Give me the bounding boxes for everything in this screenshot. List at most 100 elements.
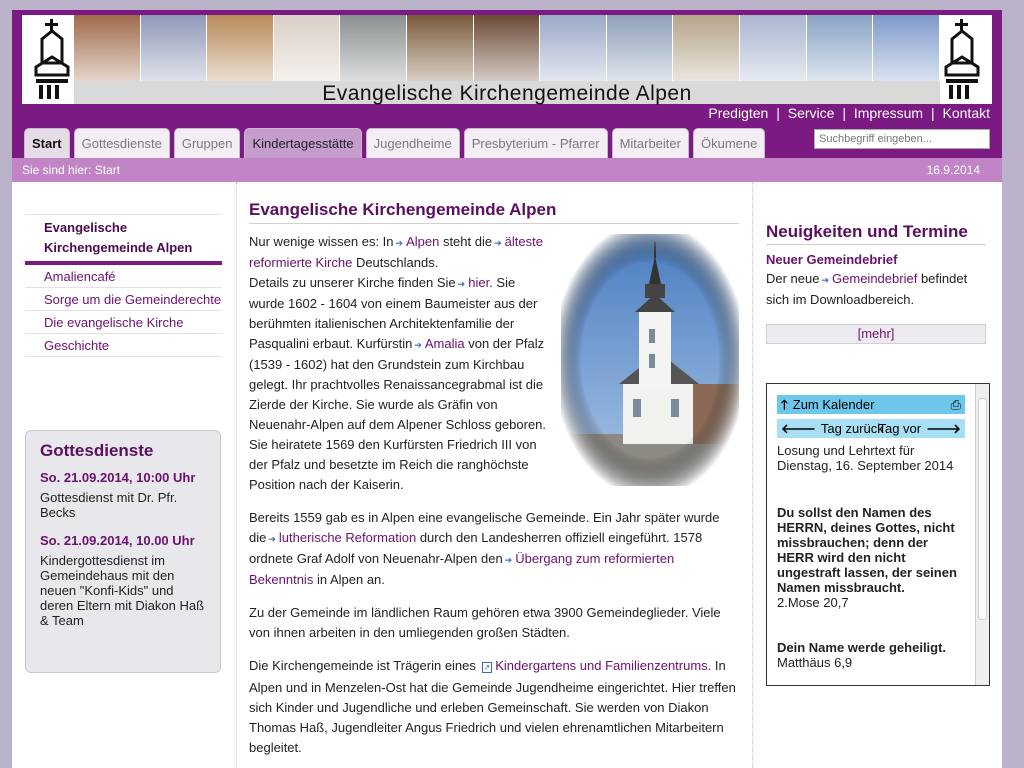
church-photo [561, 234, 739, 486]
hier-link[interactable]: hier [468, 275, 489, 290]
losung-reference: 2.Mose 20,7 [777, 595, 849, 610]
photo-4 [273, 15, 341, 81]
top-navigation: Predigten | Service | Impressum | Kontak… [708, 105, 990, 121]
column-divider [752, 182, 753, 768]
photo-1 [74, 15, 141, 81]
news-title: Neuigkeiten und Termine [766, 222, 986, 245]
breadcrumb: Sie sind hier: Start [22, 163, 121, 177]
text: in Alpen an. [316, 572, 385, 587]
day-forward-button[interactable]: Tag vor 🡒 [878, 419, 961, 438]
more-news-button[interactable]: [mehr] [766, 324, 986, 344]
kindergarten-link[interactable]: Kindergartens und Familienzentrums [495, 658, 707, 673]
tab-presbyterium[interactable]: Presbyterium - Pfarrer [463, 128, 608, 158]
gemeindebrief-link[interactable]: Gemeindebrief [832, 271, 917, 286]
column-divider [236, 182, 237, 768]
tab-mitarbeiter[interactable]: Mitarbeiter [611, 128, 689, 158]
news-column: Neuigkeiten und Termine Neuer Gemeindebr… [766, 222, 986, 344]
link-arrow-icon: ➔ [457, 279, 466, 289]
sidebar-item-geschichte[interactable]: Geschichte [25, 334, 222, 357]
text: von der Pfalz (1539 - 1602) hat den Grun… [249, 336, 547, 492]
external-link-icon: ↗ [481, 662, 493, 673]
banner-title-bar: Evangelische Kirchengemeinde Alpen [74, 81, 940, 105]
photo-10 [673, 15, 741, 81]
amalia-link[interactable]: Amalia [425, 336, 465, 351]
service-date[interactable]: So. 21.09.2014, 10.00 Uhr [40, 533, 206, 548]
breadcrumb-bar: Sie sind hier: Start 16.9.2014 [12, 158, 1002, 182]
lutherische-reformation-link[interactable]: lutherische Reformation [279, 530, 416, 545]
losung-text: Du sollst den Namen des HERRN, deines Go… [777, 505, 957, 595]
gottesdienste-title: Gottesdienste [40, 441, 154, 460]
sidebar-item-kirchengemeinde[interactable]: Evangelische Kirchengemeinde Alpen [25, 214, 222, 265]
tab-start[interactable]: Start [24, 128, 70, 158]
link-arrow-icon: ➔ [504, 555, 513, 565]
site-title: Evangelische Kirchengemeinde Alpen [322, 82, 692, 105]
tab-jugendheime[interactable]: Jugendheime [365, 128, 460, 158]
news-item-text: Der neue ➔ Gemeindebrief befindet sich im … [766, 269, 986, 310]
nav-predigten-link[interactable]: Predigten [708, 105, 768, 121]
text: Deutschlands. [355, 255, 439, 270]
sidebar-nav: Evangelische Kirchengemeinde Alpen Amali… [25, 214, 222, 357]
arrow-right-icon: 🡒 [926, 421, 961, 436]
current-date: 16.9.2014 [926, 163, 980, 177]
link-arrow-icon: ➔ [414, 340, 422, 350]
sidebar-item-gemeinderechte[interactable]: Sorge um die Gemeinderechte [25, 288, 222, 311]
nav-service-link[interactable]: Service [788, 105, 835, 121]
text: Der neue [766, 271, 820, 286]
church-logo-right-icon [944, 19, 980, 99]
tab-oekumene[interactable]: Ökumene [692, 128, 766, 158]
search-input[interactable] [814, 129, 990, 149]
nav-separator: | [776, 105, 780, 121]
photo-11 [740, 15, 807, 81]
losung-widget: 🡑 Zum Kalender ⎙ 🡐 Tag zurück Tag vor 🡒 Los… [766, 383, 990, 686]
arrow-up-icon: 🡑 [781, 397, 788, 412]
tab-gruppen[interactable]: Gruppen [173, 128, 241, 158]
day-forward-label: Tag vor [878, 421, 922, 436]
content-area: Evangelische Kirchengemeinde Alpen Amali… [12, 182, 1002, 768]
calendar-button-label: Zum Kalender [792, 397, 875, 412]
scrollbar-thumb[interactable] [978, 398, 987, 620]
day-back-button[interactable]: 🡐 Tag zurück [781, 419, 884, 438]
photo-7 [473, 15, 541, 81]
gottesdienste-box: Gottesdienste So. 21.09.2014, 10:00 Uhr … [25, 430, 221, 673]
church-logo-left-icon [34, 19, 70, 99]
text: Nur wenige wissen es: In [249, 234, 394, 249]
service-description: Gottesdienst mit Dr. Pfr. Becks [40, 490, 178, 520]
arrow-left-icon: 🡐 [781, 421, 816, 436]
tab-gottesdienste[interactable]: Gottesdienste [73, 128, 170, 158]
link-arrow-icon: ➔ [268, 534, 276, 544]
tab-kindertagesstaette[interactable]: Kindertagesstätte [244, 128, 362, 158]
losung-content: 🡑 Zum Kalender ⎙ 🡐 Tag zurück Tag vor 🡒 Los… [777, 395, 965, 670]
alpen-link[interactable]: Alpen [406, 234, 439, 249]
lehrtext-text: Dein Name werde geheiligt. [777, 640, 947, 655]
link-arrow-icon: ➔ [395, 238, 404, 248]
nav-separator: | [842, 105, 846, 121]
photo-2 [140, 15, 208, 81]
photo-12 [806, 15, 874, 81]
link-arrow-icon: ➔ [821, 275, 830, 285]
lehrtext-reference: Matthäus 6,9 [777, 655, 853, 670]
nav-kontakt-link[interactable]: Kontakt [943, 105, 990, 121]
header-banner: Evangelische Kirchengemeinde Alpen [22, 15, 992, 105]
photo-strip [74, 15, 940, 81]
text: Die Kirchengemeinde ist Trägerin eines [249, 658, 476, 673]
main-article: Evangelische Kirchengemeinde Alpen Nur w… [249, 200, 739, 768]
text: Details zu unserer Kirche finden Sie [249, 275, 456, 290]
history-paragraph: Bereits 1559 gab es in Alpen eine evange… [249, 508, 739, 590]
calendar-button[interactable]: 🡑 Zum Kalender ⎙ [777, 395, 965, 414]
nav-separator: | [930, 105, 935, 121]
community-paragraph: Zu der Gemeinde im ländlichen Raum gehör… [249, 605, 721, 640]
service-date[interactable]: So. 21.09.2014, 10:00 Uhr [40, 470, 206, 485]
photo-6 [407, 15, 474, 81]
losung-scrollbar[interactable] [975, 384, 989, 685]
sidebar-item-amaliencafe[interactable]: Amaliencafé [25, 265, 222, 288]
sidebar-item-evangelische-kirche[interactable]: Die evangelische Kirche [25, 311, 222, 334]
photo-13 [873, 15, 940, 81]
print-icon[interactable]: ⎙ [951, 395, 961, 414]
service-description: Kindergottesdienst im Gemeindehaus mit d… [40, 553, 205, 628]
text: steht die [442, 234, 493, 249]
main-tabs: Start Gottesdienste Gruppen Kindertagess… [24, 128, 769, 158]
page-title: Evangelische Kirchengemeinde Alpen [249, 200, 739, 224]
nav-impressum-link[interactable]: Impressum [854, 105, 923, 121]
kindergarten-paragraph: Die Kirchengemeinde ist Trägerin eines ↗… [249, 656, 739, 758]
news-item-title[interactable]: Neuer Gemeindebrief [766, 252, 986, 267]
